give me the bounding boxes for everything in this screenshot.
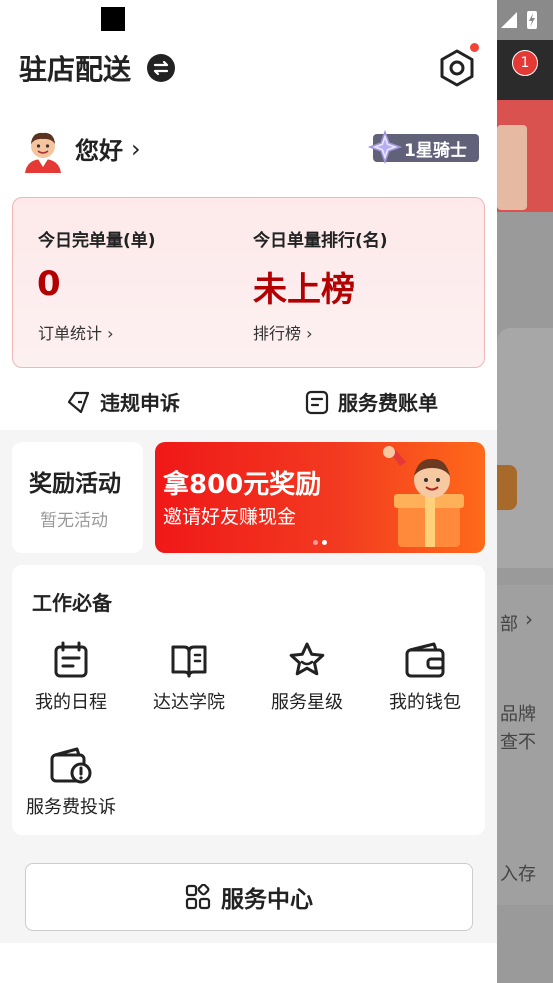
my-wallet-button[interactable]: 我的钱包 (366, 640, 484, 730)
avatar[interactable] (23, 129, 63, 173)
background-orange-button (497, 465, 517, 510)
service-stars-button[interactable]: 服务星级 (248, 640, 366, 730)
background-banner-image (497, 125, 527, 210)
reward-subtitle: 暂无活动 (40, 511, 108, 531)
my-wallet-label: 我的钱包 (389, 692, 461, 713)
star-icon (289, 642, 325, 676)
promo-banner[interactable]: 拿800元奖励 邀请好友赚现金 (155, 442, 485, 553)
completed-orders-value: 0 (37, 264, 61, 304)
background-text: 部 (500, 614, 518, 635)
service-stars-label: 服务星级 (271, 692, 343, 713)
status-icons (497, 0, 553, 40)
violation-appeal-button[interactable]: 违规申诉 (66, 387, 180, 416)
status-notification-icon (101, 7, 125, 31)
completed-orders-label: 今日完单量(单) (38, 231, 156, 251)
service-fee-bill-label[interactable]: 服务费账单 (338, 387, 438, 416)
dada-academy-button[interactable]: 达达学院 (130, 640, 248, 730)
reward-activity-card[interactable]: 奖励活动 暂无活动 (12, 442, 143, 553)
banner-title: 拿800元奖励 (163, 470, 322, 500)
background-text: 品牌 (500, 704, 536, 725)
service-center-button[interactable]: 服务中心 (25, 863, 473, 931)
service-center-label[interactable]: 服务中心 (221, 880, 313, 914)
wallet-icon (405, 642, 445, 678)
notification-badge: 1 (512, 50, 538, 76)
my-schedule-button[interactable]: 我的日程 (12, 640, 130, 730)
greeting-text[interactable]: 您好 (75, 131, 123, 166)
carousel-dot-active[interactable] (322, 540, 327, 545)
service-fee-complaint-label: 服务费投诉 (26, 797, 116, 818)
calendar-icon (54, 641, 88, 678)
settings-notification-dot (470, 43, 479, 52)
work-section-title: 工作必备 (32, 591, 112, 615)
leaderboard-link[interactable]: 排行榜 › (253, 320, 313, 344)
banner-subtitle: 邀请好友赚现金 (163, 506, 297, 528)
switch-icon[interactable] (147, 54, 175, 82)
background-chevron: › (525, 607, 533, 631)
reward-title: 奖励活动 (29, 471, 121, 497)
order-stats-label[interactable]: 订单统计 (38, 324, 102, 343)
service-fee-bill-button[interactable]: 服务费账单 (304, 387, 438, 416)
background-text: 入存 (500, 864, 536, 885)
status-bar (0, 0, 497, 40)
background-card (497, 328, 553, 568)
carousel-dot[interactable] (313, 540, 318, 545)
daily-stats-card: 今日完单量(单) 0 订单统计 › 今日单量排行(名) 未上榜 排行榜 › (12, 197, 485, 368)
ranking-value: 未上榜 (253, 270, 355, 310)
book-icon (171, 645, 207, 678)
mascot-gift-illustration (370, 446, 480, 551)
ranking-label: 今日单量排行(名) (253, 231, 388, 251)
service-fee-complaint-button[interactable]: 服务费投诉 (12, 745, 130, 835)
work-essentials-card: 工作必备 我的日程 达达学院 服务星级 我的钱包 服务费投诉 (12, 565, 485, 835)
background-text: 查不 (500, 732, 536, 753)
apps-icon (185, 884, 211, 910)
violation-appeal-label[interactable]: 违规申诉 (100, 387, 180, 416)
page-title: 驻店配送 (19, 53, 132, 86)
appeal-icon (67, 391, 90, 413)
rank-gem-icon (367, 129, 403, 165)
order-stats-link[interactable]: 订单统计 › (38, 320, 114, 344)
rank-label: 1星骑士 (404, 141, 467, 161)
settings-icon[interactable] (436, 47, 478, 89)
bill-icon (305, 390, 329, 414)
quick-actions: 违规申诉 服务费账单 (0, 375, 497, 425)
wallet-alert-icon (50, 747, 92, 784)
my-schedule-label: 我的日程 (35, 692, 107, 713)
chevron-right-icon: › (131, 135, 141, 163)
leaderboard-label[interactable]: 排行榜 (253, 324, 301, 343)
dada-academy-label: 达达学院 (153, 692, 225, 713)
